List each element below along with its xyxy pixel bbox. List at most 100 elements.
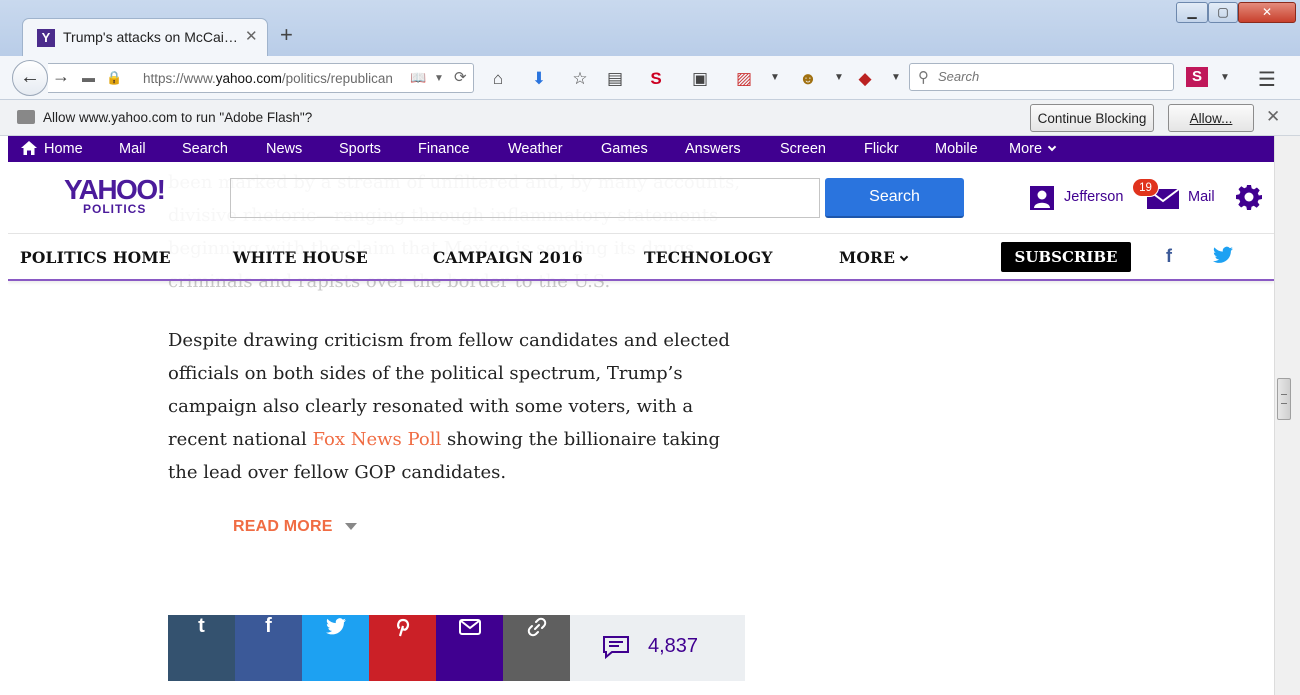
flash-notification-bar: Allow www.yahoo.com to run "Adobe Flash"… bbox=[0, 100, 1300, 136]
greasemonkey-dropdown-icon[interactable]: ▼ bbox=[828, 72, 850, 83]
yahoo-bar-news[interactable]: News bbox=[266, 141, 302, 157]
facebook-share-button[interactable]: f bbox=[235, 615, 302, 681]
email-share-button[interactable] bbox=[436, 615, 503, 681]
extension-s-pink-icon[interactable]: S bbox=[1186, 67, 1208, 87]
chevron-down-icon bbox=[899, 252, 909, 262]
yahoo-bar-weather[interactable]: Weather bbox=[508, 141, 563, 157]
subnav-campaign-2016[interactable]: CAMPAIGN 2016 bbox=[433, 248, 583, 267]
address-bar[interactable]: ▬ 🔒 https://www.yahoo.com/politics/repub… bbox=[48, 63, 474, 93]
chevron-down-icon bbox=[1047, 142, 1057, 152]
page-icon: ▬ bbox=[82, 70, 95, 85]
politics-subnav: POLITICS HOME WHITE HOUSE CAMPAIGN 2016 … bbox=[8, 234, 1274, 281]
yahoo-logo[interactable]: YAHOO! bbox=[64, 176, 166, 204]
yahoo-search-button[interactable]: Search bbox=[825, 178, 964, 218]
bookmarks-list-icon[interactable]: ▤ bbox=[604, 69, 626, 89]
yahoo-bar-games[interactable]: Games bbox=[601, 141, 648, 157]
window-close-icon[interactable]: ✕ bbox=[1238, 2, 1296, 23]
extension-s-icon[interactable]: S bbox=[645, 69, 667, 89]
home-icon[interactable]: ⌂ bbox=[487, 69, 509, 89]
hamburger-menu-icon[interactable]: ☰ bbox=[1258, 67, 1276, 92]
page-scrollbar[interactable] bbox=[1274, 136, 1300, 695]
bookmark-star-icon[interactable]: ☆ bbox=[569, 69, 591, 89]
email-icon bbox=[458, 618, 481, 635]
scrollbar-thumb[interactable] bbox=[1277, 378, 1291, 420]
extension-red-icon[interactable]: ◆ bbox=[854, 69, 876, 89]
greasemonkey-icon[interactable]: ☻ bbox=[797, 69, 819, 89]
comments-button[interactable]: 4,837 bbox=[570, 615, 745, 681]
twitter-share-button[interactable] bbox=[302, 615, 369, 681]
yahoo-bar-search[interactable]: Search bbox=[182, 141, 228, 157]
facebook-icon[interactable]: f bbox=[1166, 246, 1172, 267]
reload-icon[interactable]: ⟳ bbox=[454, 68, 467, 86]
allow-button[interactable]: Allow... bbox=[1168, 104, 1254, 132]
subnav-more[interactable]: MORE bbox=[839, 248, 909, 267]
twitter-icon bbox=[325, 618, 346, 635]
subnav-technology[interactable]: TECHNOLOGY bbox=[644, 248, 773, 267]
browser-navbar: ▬ 🔒 https://www.yahoo.com/politics/repub… bbox=[0, 56, 1300, 100]
yahoo-bar-mail[interactable]: Mail bbox=[119, 141, 146, 157]
minimize-icon[interactable]: ▁ bbox=[1176, 2, 1208, 23]
subscribe-button[interactable]: SUBSCRIBE bbox=[1001, 242, 1131, 272]
reader-view-icon[interactable]: 📖 bbox=[410, 70, 426, 86]
forward-icon[interactable]: → bbox=[52, 66, 70, 87]
subnav-politics-home[interactable]: POLITICS HOME bbox=[20, 248, 171, 267]
extension-dropdown-icon[interactable]: ▼ bbox=[764, 72, 786, 83]
pinterest-share-button[interactable] bbox=[369, 615, 436, 681]
yahoo-top-bar: Home Mail Search News Sports Finance Wea… bbox=[8, 136, 1274, 162]
url-dropdown-icon[interactable]: ▼ bbox=[434, 73, 444, 84]
article-paragraph: Despite drawing criticism from fellow ca… bbox=[168, 330, 730, 483]
read-more-button[interactable]: READ MORE bbox=[233, 518, 357, 536]
politics-logo-sub: POLITICS bbox=[83, 202, 147, 216]
yahoo-bar-flickr[interactable]: Flickr bbox=[864, 141, 899, 157]
web-page: been marked by a stream of unfiltered an… bbox=[8, 136, 1274, 695]
comment-icon bbox=[603, 636, 629, 659]
extension-s-dropdown-icon[interactable]: ▼ bbox=[1214, 72, 1236, 83]
yahoo-bar-more[interactable]: More bbox=[1009, 141, 1057, 157]
back-icon[interactable]: ← bbox=[12, 60, 48, 96]
new-tab-icon[interactable]: + bbox=[280, 24, 293, 46]
yahoo-header: YAHOO! POLITICS Search Jefferson 19 Mail bbox=[8, 162, 1274, 234]
continue-blocking-button[interactable]: Continue Blocking bbox=[1030, 104, 1154, 132]
close-notification-icon[interactable]: ✕ bbox=[1266, 107, 1280, 127]
share-bar: t f 4,837 bbox=[168, 615, 745, 681]
user-name[interactable]: Jefferson bbox=[1064, 189, 1123, 205]
extension-red-dropdown-icon[interactable]: ▼ bbox=[885, 72, 907, 83]
mail-label[interactable]: Mail bbox=[1188, 189, 1215, 205]
plugin-icon bbox=[17, 110, 35, 124]
browser-search-bar[interactable]: ⚲ bbox=[909, 63, 1174, 91]
gear-icon[interactable] bbox=[1236, 184, 1262, 210]
yahoo-search-input[interactable] bbox=[230, 178, 820, 218]
extension-pdf-icon[interactable]: ▨ bbox=[733, 69, 755, 89]
yahoo-bar-mobile[interactable]: Mobile bbox=[935, 141, 978, 157]
yahoo-bar-home[interactable]: Home bbox=[44, 141, 83, 157]
browser-titlebar: Y Trump's attacks on McCai… ✕ + ▁ ▢ ✕ bbox=[0, 0, 1300, 56]
comment-count: 4,837 bbox=[648, 635, 699, 657]
close-tab-icon[interactable]: ✕ bbox=[245, 27, 258, 45]
subnav-white-house[interactable]: WHITE HOUSE bbox=[233, 248, 368, 267]
fox-news-poll-link[interactable]: Fox News Poll bbox=[313, 429, 442, 450]
caret-down-icon bbox=[344, 523, 357, 531]
twitter-icon[interactable] bbox=[1213, 246, 1233, 264]
browser-tab[interactable]: Y Trump's attacks on McCai… ✕ bbox=[22, 18, 268, 56]
lock-icon: 🔒 bbox=[106, 70, 123, 85]
yahoo-bar-finance[interactable]: Finance bbox=[418, 141, 470, 157]
browser-search-input[interactable] bbox=[938, 69, 1168, 84]
yahoo-bar-screen[interactable]: Screen bbox=[780, 141, 826, 157]
download-icon[interactable]: ⬇ bbox=[528, 69, 550, 89]
notification-text: Allow www.yahoo.com to run "Adobe Flash"… bbox=[43, 110, 313, 125]
extension-box-icon[interactable]: ▣ bbox=[689, 69, 711, 89]
yahoo-bar-answers[interactable]: Answers bbox=[685, 141, 741, 157]
pinterest-icon bbox=[396, 618, 409, 637]
copy-link-button[interactable] bbox=[503, 615, 570, 681]
yahoo-favicon-icon: Y bbox=[37, 29, 55, 47]
maximize-icon[interactable]: ▢ bbox=[1208, 2, 1238, 23]
yahoo-bar-sports[interactable]: Sports bbox=[339, 141, 381, 157]
tab-title: Trump's attacks on McCai… bbox=[63, 29, 238, 45]
url-text: https://www.yahoo.com/politics/republica… bbox=[143, 71, 393, 86]
link-icon bbox=[527, 617, 546, 636]
user-avatar-icon[interactable] bbox=[1030, 186, 1054, 210]
home-icon bbox=[21, 141, 37, 155]
search-icon: ⚲ bbox=[918, 69, 929, 86]
mail-count-badge: 19 bbox=[1132, 178, 1159, 197]
tumblr-share-button[interactable]: t bbox=[168, 615, 235, 681]
